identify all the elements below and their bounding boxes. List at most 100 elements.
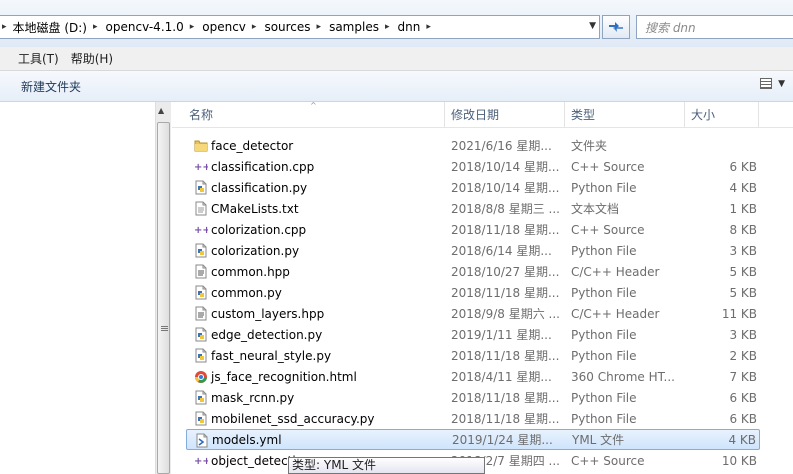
python-file-icon <box>194 411 208 426</box>
file-size: 10 KB <box>721 453 757 468</box>
scroll-up-icon[interactable]: ▲ <box>158 106 164 115</box>
scrollbar-thumb[interactable] <box>157 122 170 474</box>
address-bar[interactable]: ▸ 本地磁盘 (D:) ▸ opencv-4.1.0 ▸ opencv ▸ sources ▸… <box>0 15 600 39</box>
yml-file-icon <box>195 433 209 448</box>
column-header-size[interactable]: 大小 <box>685 102 759 127</box>
chevron-right-icon[interactable]: ▸ <box>385 22 390 32</box>
file-date: 2018/6/14 星期... <box>451 244 552 258</box>
file-name: common.py <box>211 285 282 300</box>
file-row[interactable]: js_face_recognition.html 2018/4/11 星期... 3… <box>186 366 760 387</box>
column-type-label: 类型 <box>571 108 596 122</box>
refresh-button[interactable] <box>602 15 630 39</box>
file-name: common.hpp <box>211 264 290 279</box>
chevron-right-icon[interactable]: ▸ <box>426 22 431 32</box>
file-type: Python File <box>571 180 637 195</box>
breadcrumb-item[interactable]: sources ▸ <box>260 20 325 34</box>
python-file-icon <box>194 348 208 363</box>
file-size: 4 KB <box>729 180 757 195</box>
file-row[interactable]: colorization.py 2018/6/14 星期... Python Fil… <box>186 240 760 261</box>
file-type: C/C++ Header <box>571 264 660 279</box>
file-row[interactable]: custom_layers.hpp 2018/9/8 星期六 ... C/C++ H… <box>186 303 760 324</box>
file-date: 2019/1/24 星期... <box>452 433 553 447</box>
file-type: Python File <box>571 411 637 426</box>
address-row: ▸ 本地磁盘 (D:) ▸ opencv-4.1.0 ▸ opencv ▸ sources ▸… <box>0 0 793 47</box>
file-row[interactable]: mobilenet_ssd_accuracy.py 2018/11/18 星期..… <box>186 408 760 429</box>
file-size: 2 KB <box>729 348 757 363</box>
file-row[interactable]: common.py 2018/11/18 星期... Python File 5 KB <box>186 282 760 303</box>
chevron-right-icon[interactable]: ▸ <box>317 22 322 32</box>
chevron-down-icon: ▼ <box>778 78 785 89</box>
chevron-right-icon[interactable]: ▸ <box>252 22 257 32</box>
file-name: edge_detection.py <box>211 327 323 342</box>
breadcrumb-item[interactable]: opencv-4.1.0 ▸ <box>102 20 199 34</box>
breadcrumb-label: samples <box>329 20 379 34</box>
svg-text:++: ++ <box>194 162 208 173</box>
menu-help[interactable]: 帮助(H) <box>65 50 119 67</box>
file-row[interactable]: mask_rcnn.py 2018/11/18 星期... Python File 6… <box>186 387 760 408</box>
file-size: 3 KB <box>729 243 757 258</box>
file-name: face_detector <box>211 138 294 153</box>
file-row[interactable]: classification.py 2018/10/14 星期... Python … <box>186 177 760 198</box>
column-header-date[interactable]: 修改日期 <box>445 102 565 127</box>
cpp-file-icon: ++ <box>194 453 211 468</box>
breadcrumb-label: opencv <box>202 20 246 34</box>
file-type: C++ Source <box>571 159 645 174</box>
view-options-button[interactable]: ▼ <box>760 78 785 89</box>
column-headers: ^ 名称 修改日期 类型 大小 <box>172 101 793 128</box>
navigation-pane[interactable] <box>0 102 155 474</box>
chevron-right-icon[interactable]: ▸ <box>93 22 98 32</box>
breadcrumb-label: sources <box>264 20 311 34</box>
python-file-icon <box>194 285 208 300</box>
file-name: colorization.cpp <box>211 222 307 237</box>
new-folder-button[interactable]: 新建文件夹 <box>21 78 81 95</box>
file-type: C++ Source <box>571 453 645 468</box>
python-file-icon <box>194 327 208 342</box>
file-type: YML 文件 <box>572 433 625 447</box>
file-row[interactable]: edge_detection.py 2019/1/11 星期... Python F… <box>186 324 760 345</box>
nav-scrollbar[interactable]: ▲ <box>155 102 171 474</box>
folder-icon <box>194 138 208 153</box>
breadcrumb-item[interactable]: 本地磁盘 (D:) ▸ <box>9 19 102 36</box>
file-row[interactable]: ++ classification.cpp 2018/10/14 星期... C++ … <box>186 156 760 177</box>
breadcrumb-item[interactable]: samples ▸ <box>325 20 393 34</box>
file-name: js_face_recognition.html <box>211 369 357 384</box>
breadcrumb: 本地磁盘 (D:) ▸ opencv-4.1.0 ▸ opencv ▸ sources ▸ sa… <box>9 19 435 36</box>
chevron-down-icon[interactable]: ▼ <box>589 21 596 31</box>
file-date: 2018/9/8 星期六 ... <box>451 307 560 321</box>
file-size: 5 KB <box>729 264 757 279</box>
column-header-type[interactable]: 类型 <box>565 102 685 127</box>
file-row[interactable]: ++ colorization.cpp 2018/11/18 星期... C++ So… <box>186 219 760 240</box>
file-date: 2018/10/27 星期... <box>451 265 560 279</box>
header-file-icon <box>194 264 208 279</box>
file-row[interactable]: common.hpp 2018/10/27 星期... C/C++ Header 5 … <box>186 261 760 282</box>
search-placeholder: 搜索 dnn <box>645 20 696 35</box>
chevron-right-icon[interactable]: ▸ <box>0 22 9 32</box>
file-row[interactable]: models.yml 2019/1/24 星期... YML 文件 4 KB <box>186 429 760 450</box>
file-name: mask_rcnn.py <box>211 390 295 405</box>
refresh-icon <box>609 22 623 32</box>
file-size: 7 KB <box>729 369 757 384</box>
chevron-right-icon[interactable]: ▸ <box>190 22 195 32</box>
file-type: Python File <box>571 285 637 300</box>
file-type: 360 Chrome HT... <box>571 369 675 384</box>
column-name-label: 名称 <box>189 108 214 122</box>
file-row[interactable]: fast_neural_style.py 2018/11/18 星期... Pyth… <box>186 345 760 366</box>
grip-icon <box>161 326 168 332</box>
file-row[interactable]: CMakeLists.txt 2018/8/8 星期三 ... 文本文档 1 KB <box>186 198 760 219</box>
file-name: classification.py <box>211 180 308 195</box>
file-name: mobilenet_ssd_accuracy.py <box>211 411 375 426</box>
menu-tools[interactable]: 工具(T) <box>0 50 65 67</box>
breadcrumb-item[interactable]: opencv ▸ <box>198 20 260 34</box>
cpp-file-icon: ++ <box>194 159 211 174</box>
file-name: fast_neural_style.py <box>211 348 332 363</box>
file-row[interactable]: face_detector 2021/6/16 星期... 文件夹 <box>186 135 760 156</box>
file-type: Python File <box>571 348 637 363</box>
file-size: 11 KB <box>721 306 757 321</box>
file-type: Python File <box>571 327 637 342</box>
column-header-name[interactable]: 名称 <box>183 102 445 127</box>
file-name: models.yml <box>212 432 282 447</box>
file-size: 3 KB <box>729 327 757 342</box>
search-input[interactable]: 搜索 dnn <box>636 15 793 39</box>
chrome-html-icon <box>194 369 208 384</box>
breadcrumb-item[interactable]: dnn ▸ <box>394 20 435 34</box>
